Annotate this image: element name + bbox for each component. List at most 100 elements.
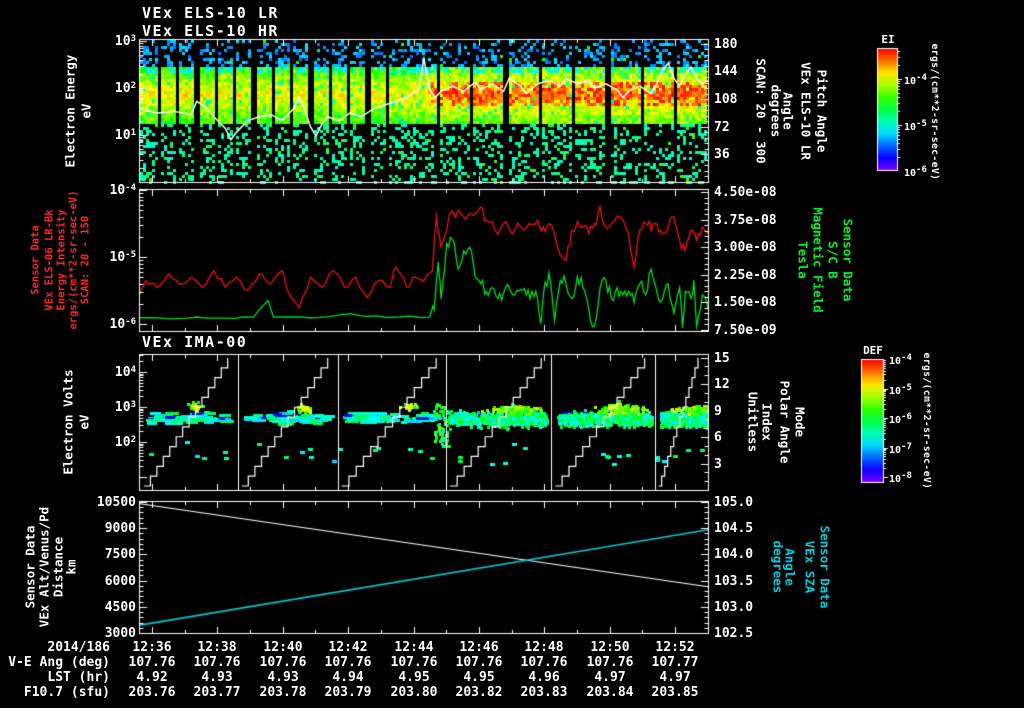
panel3-ylabel: eV [76,414,92,430]
panel3-right-tick: 3 [714,457,722,472]
bottom-row-label: F10.7 (sfu) [23,685,110,700]
panel4-left-tick: 10500 [96,495,136,510]
panel1-ylabel: Electron Energy [62,54,78,168]
bottom-row-value: 4.97 [659,670,691,685]
panel2-ylabel: Energy Intensity [55,209,68,311]
panel1-left-tick: 103 [114,34,136,49]
panel2-right-tick: 2.25e-08 [714,268,777,283]
time-tick-label: 12:38 [197,640,237,655]
bottom-row-value: 107.77 [651,655,699,670]
panel2-ylabel: SCAN: 20 - 150 [79,215,92,305]
colorbar2-tick: 10-6 [889,412,912,426]
colorbar2-tick: 10-4 [889,353,912,367]
bottom-row-value: 107.76 [586,655,634,670]
panel3-ylabel: Electron Volts [60,369,76,475]
panel4-right-label: Angle [782,548,798,586]
panel1-right-tick: 72 [714,120,730,135]
panel2-right-tick: 4.50e-08 [714,185,777,200]
bottom-row-value: 203.80 [390,685,438,700]
panel4-left-tick: 9000 [104,521,136,536]
bottom-row-value: 4.97 [594,670,626,685]
panel2-right-tick: 3.75e-08 [714,213,777,228]
panel4-right-tick: 103.0 [714,600,754,615]
bottom-row-value: 107.76 [259,655,307,670]
panel2-ylabel: Sensor Data [29,225,42,295]
panel3-right-tick: 6 [714,430,722,445]
panel4-left-tick: 3000 [104,626,136,641]
colorbar1-title: EI [881,33,895,46]
panel3-right-label: Mode [792,406,808,438]
panel2-ylabel: ergs/(cm**2-sr-sec-eV) [67,190,80,330]
panel4-right-tick: 105.0 [714,495,754,510]
colorbar1-tick: 10-5 [904,119,927,133]
panel1-title-line2: VEx ELS-10 HR [142,22,279,40]
panel4-left-tick: 4500 [104,600,136,615]
colorbar2-tick: 10-8 [889,471,912,485]
panel2-right-tick: 7.50e-09 [714,323,777,338]
panel4-right-tick: 104.5 [714,521,754,536]
colorbar2-tick: 10-7 [889,442,912,456]
panel4-right-label: VEx SZA [802,540,818,594]
bottom-row-label: LST (hr) [47,670,110,685]
colorbar2-tick: 10-5 [889,383,912,397]
panel3-right-label: Polar Angle [777,380,793,464]
panel4-ylabel: km [63,559,79,575]
panel1-right-label: VEx ELS-10 LR [798,62,814,160]
bottom-row-value: 203.79 [324,685,372,700]
panel1-right-tick: 108 [714,92,738,107]
bottom-row-value: 4.94 [332,670,364,685]
bottom-row-value: 203.82 [455,685,503,700]
bottom-row-value: 203.83 [520,685,568,700]
bottom-row-value: 107.76 [324,655,372,670]
panel2-right-tick: 3.00e-08 [714,240,777,255]
bottom-row-value: 107.76 [455,655,503,670]
time-tick-label: 12:52 [655,640,695,655]
panel2-right-label: S/C B [825,241,841,279]
panel1-title-line1: VEx ELS-10 LR [142,4,279,22]
panel4-right-tick: 103.5 [714,574,754,589]
bottom-row-value: 107.76 [520,655,568,670]
panel2-right-label: Sensor Data [840,218,856,302]
panel4-ylabel: Sensor Data [22,525,38,609]
bottom-row-value: 4.95 [463,670,495,685]
colorbar1-units-label: ergs/(cm**2-sr-sec-eV) [929,43,940,181]
panel1-ylabel: eV [78,103,94,119]
panel3-right-tick: 15 [714,351,730,366]
colorbar1-tick: 10-6 [904,165,927,179]
panel2-right-label: Magnetic Field [810,207,826,313]
bottom-row-label: V-E Ang (deg) [8,655,110,670]
bottom-row-value: 4.93 [201,670,233,685]
date-label: 2014/186 [47,640,110,655]
panel3-right-label: Index [759,403,775,441]
bottom-row-value: 107.76 [193,655,241,670]
panel4-ylabel: VEx Alt/Venus/Pd [36,506,52,628]
panel1-right-label: Angle [780,92,796,130]
time-tick-label: 12:46 [459,640,499,655]
panel2-ylabel: VEx ELS-06 LR-Bk [43,209,56,311]
panel3-right-tick: 9 [714,404,722,419]
vex-browse-plot-page: VEx ELS-10 LR VEx ELS-10 HR VEx IMA-00 E… [0,0,1024,708]
time-tick-label: 12:50 [590,640,630,655]
bottom-row-value: 203.84 [586,685,634,700]
time-tick-label: 12:36 [132,640,172,655]
panel1-right-tick: 36 [714,147,730,162]
panel3-right-label: Unitless [745,391,761,453]
bottom-row-value: 4.95 [398,670,430,685]
bottom-row-value: 4.92 [136,670,168,685]
panel1-right-tick: 144 [714,64,738,79]
panel1-right-label: SCAN: 20 - 300 [753,58,769,164]
bottom-row-value: 4.93 [267,670,299,685]
time-tick-label: 12:48 [524,640,564,655]
bottom-row-value: 203.85 [651,685,699,700]
panel4-right-tick: 104.0 [714,547,754,562]
panel2-right-tick: 1.50e-08 [714,295,777,310]
bottom-row-value: 203.78 [259,685,307,700]
bottom-row-value: 107.76 [390,655,438,670]
panel1-right-label: Pitch Angle [814,69,830,153]
colorbar2-units-label: ergs/(cm**2-sr-sec-eV) [921,352,932,490]
panel3-right-tick: 12 [714,377,730,392]
bottom-row-value: 203.76 [128,685,176,700]
bottom-row-value: 107.76 [128,655,176,670]
bottom-row-value: 203.77 [193,685,241,700]
time-tick-label: 12:42 [328,640,368,655]
